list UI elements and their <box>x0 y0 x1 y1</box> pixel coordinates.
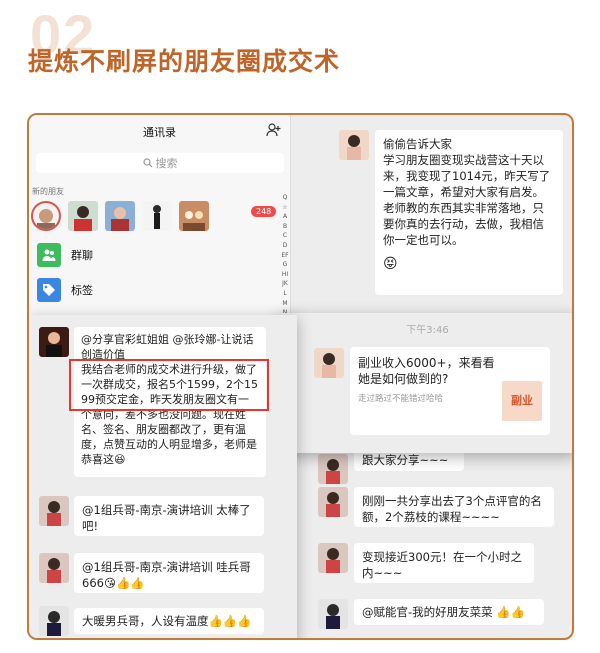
message-bubble[interactable]: 偷偷告诉大家 学习朋友圈变现实战营这十天以来，我变现了1014元，昨天写了一篇文… <box>375 130 563 295</box>
message-text: 变现接近300元！在一个小时之内~~~ <box>362 550 522 580</box>
tags-item[interactable]: 标签 <box>37 278 93 302</box>
avatar <box>39 496 69 526</box>
search-input[interactable]: 搜索 <box>36 153 284 173</box>
avatar <box>39 327 69 357</box>
emoji: 😆 <box>114 453 126 466</box>
contacts-title: 通讯录 <box>143 126 176 139</box>
link-card-title: 副业收入6000+，来看看她是如何做到的? <box>358 356 495 386</box>
emoji: 😝 <box>383 256 398 272</box>
friend-avatar[interactable] <box>142 201 172 231</box>
thumbnail-text: 副业 <box>511 394 533 407</box>
message-text: 跟大家分享~~~ <box>362 453 449 467</box>
tag-icon <box>37 278 61 302</box>
emoji: 👍👍 <box>496 605 525 619</box>
avatar <box>318 487 348 517</box>
link-card[interactable]: 副业收入6000+，来看看她是如何做到的? 走过路过不能错过哈哈 副业 <box>350 347 550 435</box>
avatar <box>39 606 69 636</box>
avatar <box>314 348 344 378</box>
avatar <box>318 454 348 484</box>
friend-avatar[interactable] <box>105 201 135 231</box>
message-bubble[interactable]: @1组兵哥-南京-演讲培训 哇兵哥666😘👍👍 <box>74 553 264 593</box>
message-bubble[interactable]: 刚刚一共分享出去了3个点评官的名额，2个荔枝的课程~~~~ <box>354 487 554 527</box>
message-text: 大暖男兵哥，人设有温度 <box>82 614 209 628</box>
section-title: 提炼不刷屏的朋友圈成交术 <box>28 47 341 76</box>
avatar <box>318 599 348 629</box>
contacts-panel: 通讯录 搜索 新的朋友 248 群聊 标签 Q☆ABCDEFGHIJKLM <box>29 115 291 422</box>
add-contact-icon[interactable] <box>266 122 282 138</box>
screenshot-frame: 偷偷告诉大家 学习朋友圈变现实战营这十天以来，我变现了1014元，昨天写了一篇文… <box>27 113 574 640</box>
link-card-thumbnail: 副业 <box>502 381 542 421</box>
search-placeholder: 搜索 <box>155 157 178 170</box>
avatar <box>339 130 369 160</box>
group-chat-screenshot: @分享官彩虹姐姐 @张玲娜-让说话创造价值 我结合老师的成交术进行升级，做了一次… <box>29 315 297 638</box>
menu-label: 标签 <box>71 284 93 297</box>
message-bubble[interactable]: @1组兵哥-南京-演讲培训 太棒了吧! <box>74 496 264 536</box>
search-icon <box>142 158 152 168</box>
group-icon <box>37 243 61 267</box>
message-bubble[interactable]: @赋能官-我的好朋友菜菜 👍👍 <box>354 599 544 625</box>
link-card-screenshot: 下午3:46 副业收入6000+，来看看她是如何做到的? 走过路过不能错过哈哈 … <box>279 313 572 453</box>
message-text: 偷偷告诉大家 学习朋友圈变现实战营这十天以来，我变现了1014元，昨天写了一篇文… <box>383 137 551 247</box>
message-text: 刚刚一共分享出去了3个点评官的名额，2个荔枝的课程~~~~ <box>362 494 542 524</box>
emoji: 😘👍👍 <box>103 576 145 590</box>
avatar <box>39 553 69 583</box>
emoji: 👍👍👍 <box>208 614 252 628</box>
message-text: @1组兵哥-南京-演讲培训 太棒了吧! <box>82 503 251 533</box>
friend-avatar[interactable] <box>31 201 61 231</box>
new-friends-badge: 248 <box>251 206 277 217</box>
menu-label: 群聊 <box>71 249 93 262</box>
group-chats-item[interactable]: 群聊 <box>37 243 93 267</box>
message-bubble[interactable]: 大暖男兵哥，人设有温度👍👍👍 <box>74 608 264 634</box>
new-friends-label: 新的朋友 <box>32 187 64 196</box>
message-bubble[interactable]: 变现接近300元！在一个小时之内~~~ <box>354 543 534 583</box>
friend-avatar[interactable] <box>179 201 209 231</box>
new-friends-strip[interactable] <box>31 201 209 231</box>
message-time: 下午3:46 <box>406 325 449 336</box>
avatar <box>318 543 348 573</box>
highlight-box <box>69 359 269 411</box>
friend-avatar[interactable] <box>68 201 98 231</box>
message-text: @赋能官-我的好朋友菜菜 <box>362 605 493 619</box>
